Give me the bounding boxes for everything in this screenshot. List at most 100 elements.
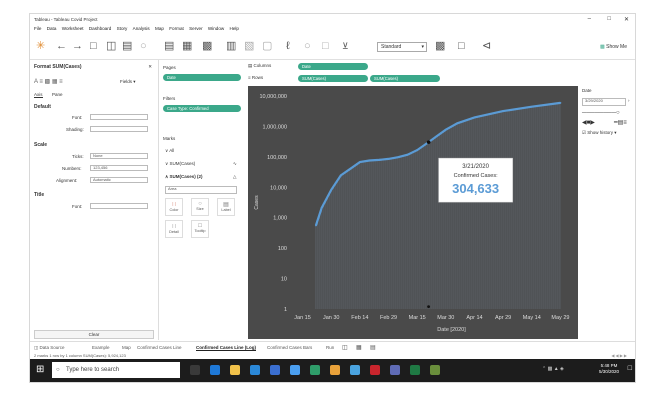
store-icon[interactable]	[250, 365, 260, 375]
title-font-select[interactable]	[90, 203, 148, 209]
marks-sum-cases[interactable]: ∨ SUM(Cases)	[165, 161, 195, 167]
date-pages-pill[interactable]: Date	[163, 74, 241, 81]
font-select[interactable]	[90, 114, 148, 120]
minimize-icon[interactable]: –	[588, 16, 591, 22]
marks-sum-cases-2[interactable]: ∧ SUM(Cases) (2)	[165, 174, 203, 180]
restore-icon[interactable]: □	[607, 16, 611, 22]
sort-desc-icon[interactable]: ▧	[244, 40, 254, 52]
data-point[interactable]	[416, 149, 419, 151]
tab-confirmed-line-log[interactable]: Confirmed Cases Line (Log)	[196, 345, 257, 351]
ticks-select[interactable]: None	[90, 153, 148, 159]
close-icon[interactable]: ✕	[624, 16, 629, 23]
columns-date-pill[interactable]: Date	[298, 63, 368, 70]
labels-icon[interactable]: □	[322, 40, 329, 52]
nav-arrows-icon[interactable]: ◀ ◀ ▶ ▶	[611, 353, 627, 358]
tab-example[interactable]: Example	[92, 345, 110, 350]
color-button[interactable]: ∷ Color	[165, 198, 183, 216]
tableau-task-icon[interactable]	[350, 365, 360, 375]
windows-start-icon[interactable]: ⊞	[36, 364, 44, 375]
file-explorer-icon[interactable]	[230, 365, 240, 375]
fit-dropdown[interactable]: Standard ▾	[377, 42, 427, 52]
group-icon[interactable]: ○	[304, 40, 311, 52]
data-point[interactable]	[315, 224, 317, 227]
new-story-icon[interactable]: ▤	[370, 344, 376, 351]
menu-server[interactable]: Server	[189, 26, 203, 31]
new-dashboard-icon[interactable]: ▦	[356, 344, 362, 351]
new-datasource-icon[interactable]: ◫	[106, 40, 116, 52]
tab-confirmed-line[interactable]: Confirmed Cases Line	[137, 345, 182, 350]
clear-sheet-icon[interactable]: ▦	[182, 40, 192, 52]
menu-story[interactable]: Story	[117, 26, 128, 31]
data-point[interactable]	[320, 206, 323, 209]
forward-icon[interactable]: →	[72, 40, 83, 52]
onenote-icon[interactable]	[390, 365, 400, 375]
chrome-icon[interactable]	[330, 365, 340, 375]
data-point[interactable]	[559, 102, 562, 104]
new-sheet-icon[interactable]: ▤	[122, 40, 132, 52]
filter-pill[interactable]: Case Type: Confirmed	[163, 105, 241, 112]
selected-point[interactable]	[426, 140, 431, 144]
menu-map[interactable]: Map	[155, 26, 164, 31]
show-history-toggle[interactable]: ☑ Show history ▾	[582, 130, 617, 136]
save-icon[interactable]: □	[90, 40, 97, 52]
data-point[interactable]	[473, 116, 476, 119]
data-point[interactable]	[456, 122, 459, 125]
data-point[interactable]	[502, 110, 505, 113]
highlight-icon[interactable]: ℓ	[286, 40, 290, 52]
tab-map[interactable]: Map	[122, 345, 131, 350]
edge-icon[interactable]	[210, 365, 220, 375]
data-point[interactable]	[530, 105, 533, 108]
tab-pane[interactable]: Pane	[52, 92, 63, 97]
data-point[interactable]	[368, 159, 371, 162]
tableau-logo-icon[interactable]: ✳	[36, 40, 45, 52]
marks-all[interactable]: ∨ All	[165, 148, 174, 154]
share-icon[interactable]: ⊲	[482, 40, 491, 52]
menu-format[interactable]: Format	[169, 26, 184, 31]
taskbar-search[interactable]: ○ Type here to search	[52, 362, 180, 378]
data-point[interactable]	[387, 157, 390, 160]
clear-button[interactable]: Clear	[34, 330, 154, 339]
new-worksheet-icon[interactable]: ◫	[342, 344, 348, 351]
alignment-select[interactable]: Automatic	[90, 177, 148, 183]
tab-confirmed-bars[interactable]: Confirmed Cases Bars	[267, 345, 312, 350]
speed-icon[interactable]: ━▤≡	[614, 119, 627, 126]
data-point[interactable]	[444, 128, 447, 131]
tab-axis[interactable]: Axis	[34, 92, 43, 98]
outlook-icon[interactable]	[270, 365, 280, 375]
playback-icon[interactable]: ◀■▶	[582, 119, 595, 126]
shading-select[interactable]	[90, 126, 148, 132]
menu-data[interactable]: Data	[47, 26, 57, 31]
task-view-icon[interactable]	[190, 365, 200, 375]
taskbar-clock[interactable]: 5:48 PM 5/30/2020	[599, 363, 619, 375]
tooltip-icon[interactable]: □	[458, 40, 465, 52]
pause-icon[interactable]: ○	[140, 40, 147, 52]
powerpoint-icon[interactable]	[370, 365, 380, 375]
excel-icon[interactable]	[410, 365, 420, 375]
menu-dashboard[interactable]: Dashboard	[89, 26, 111, 31]
swap-icon[interactable]: ▩	[202, 40, 212, 52]
fields-dropdown[interactable]: Fields ▾	[120, 79, 136, 85]
data-point[interactable]	[406, 153, 409, 156]
chart-area[interactable]: 10,000,000 1,000,000 100,000 10,000 1,000 100…	[248, 86, 578, 339]
menu-analysis[interactable]: Analysis	[133, 26, 150, 31]
sort-asc-icon[interactable]: ▥	[226, 40, 236, 52]
data-point[interactable]	[358, 161, 361, 164]
data-point[interactable]	[397, 156, 399, 159]
spotify-icon[interactable]	[310, 365, 320, 375]
data-point[interactable]	[349, 167, 352, 170]
rows-pill-1[interactable]: SUM(Cases)	[298, 75, 368, 82]
duplicate-icon[interactable]: ▤	[164, 40, 174, 52]
menu-file[interactable]: File	[34, 26, 41, 31]
tab-data-source[interactable]: ◫ Data Source	[34, 345, 65, 351]
notification-icon[interactable]: □	[628, 365, 632, 372]
menu-window[interactable]: Window	[208, 26, 224, 31]
data-point[interactable]	[435, 135, 438, 138]
data-point[interactable]	[378, 158, 380, 161]
pin-icon[interactable]: ⊻	[342, 40, 349, 52]
presentation-icon[interactable]: ▩	[435, 40, 445, 52]
tab-run[interactable]: Run	[326, 345, 334, 350]
slider-track[interactable]: ────────○	[582, 110, 620, 116]
menu-worksheet[interactable]: Worksheet	[62, 26, 84, 31]
app-icon[interactable]	[430, 365, 440, 375]
back-icon[interactable]: ←	[56, 40, 67, 52]
